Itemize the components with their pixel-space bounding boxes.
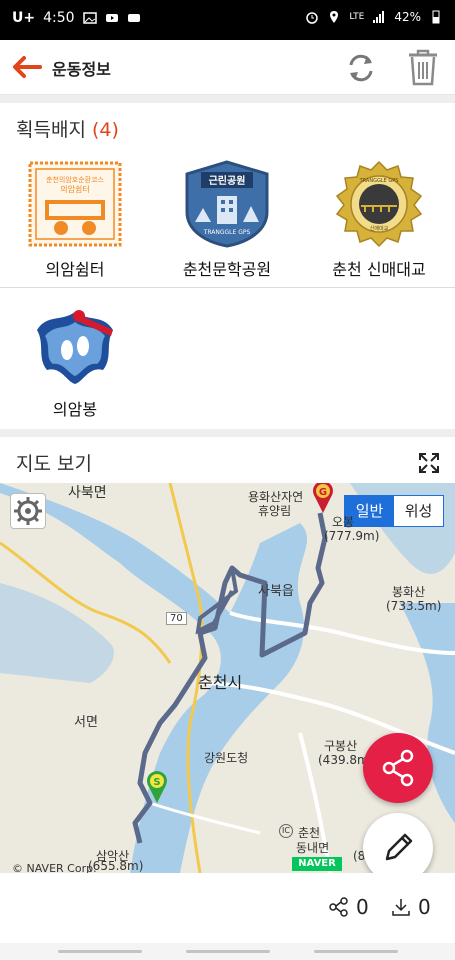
map-place-label: (777.9m) bbox=[324, 529, 380, 543]
map-place-label: (733.5m) bbox=[386, 599, 442, 613]
section-separator bbox=[0, 95, 455, 103]
battery-label: 42% bbox=[394, 10, 421, 24]
map-place-label: 사북읍 bbox=[258, 584, 294, 599]
app-bar: 운동정보 bbox=[0, 40, 455, 95]
badge-seal-bottom: 신매대교 bbox=[370, 225, 389, 232]
stamp-badge-icon: 춘천의암호순환코스 의암쉼터 bbox=[28, 161, 122, 247]
badges-title-text: 획득배지 bbox=[16, 119, 86, 141]
badges-count: (4) bbox=[91, 119, 119, 141]
map-section-title: 지도 보기 bbox=[16, 453, 92, 475]
refresh-icon[interactable] bbox=[343, 50, 379, 86]
park-badge-icon: 근린공원 TRANGGLE GPS bbox=[185, 160, 269, 248]
share-count-stat[interactable]: 0 bbox=[328, 895, 369, 919]
share-count: 0 bbox=[356, 895, 369, 919]
footprint-badge-icon bbox=[37, 310, 113, 384]
youtube-icon bbox=[105, 14, 118, 22]
badge-label: 춘천 신매대교 bbox=[332, 260, 426, 279]
badge-seal-bottom: TRANGGLE GPS bbox=[203, 229, 251, 236]
section-separator bbox=[0, 429, 455, 437]
location-icon bbox=[330, 11, 339, 23]
map-place-label: 사북면 bbox=[68, 485, 107, 501]
bottom-stats-bar: 0 0 bbox=[0, 873, 455, 943]
badge-label: 춘천문학공원 bbox=[182, 260, 272, 279]
nav-recents-handle[interactable] bbox=[58, 950, 142, 953]
badge-item[interactable]: 근린공원 TRANGGLE GPS 춘천문학공원 bbox=[152, 160, 302, 280]
fullscreen-icon[interactable] bbox=[417, 451, 441, 475]
time-label: 4:50 bbox=[43, 10, 75, 26]
battery-icon bbox=[432, 10, 440, 24]
map-place-label: 구봉산 bbox=[324, 739, 358, 753]
alarm-icon bbox=[306, 12, 319, 24]
image-icon bbox=[82, 12, 97, 24]
badge-seal-top: 춘천의암호순환코스 bbox=[46, 175, 105, 184]
back-arrow-icon[interactable] bbox=[10, 52, 44, 82]
interchange-label: IC bbox=[279, 824, 293, 838]
badge-item[interactable]: 춘천의암호순환코스 의암쉼터 의암쉼터 bbox=[0, 160, 150, 280]
badge-label: 의암봉 bbox=[52, 400, 98, 419]
system-nav-bar bbox=[0, 943, 455, 960]
badges-section-title: 획득배지 (4) bbox=[16, 115, 119, 142]
badge-item[interactable]: TRANGGLE GPS 신매대교 춘천 신매대교 bbox=[304, 160, 454, 280]
carrier-label: U+ bbox=[12, 10, 36, 26]
share-small-icon bbox=[329, 897, 348, 917]
map-header: 지도 보기 bbox=[0, 438, 455, 483]
map-place-label: 봉화산 bbox=[392, 585, 426, 599]
badge-seal-name: 의암쉼터 bbox=[60, 184, 89, 194]
map-place-label: 오봉 bbox=[332, 515, 355, 529]
map-type-satellite-button[interactable]: 위성 bbox=[394, 496, 443, 526]
map-place-label: 동내면 bbox=[296, 841, 330, 855]
download-count-stat[interactable]: 0 bbox=[390, 895, 431, 919]
nav-home-handle[interactable] bbox=[186, 950, 270, 953]
map-city-label: 춘천시 bbox=[198, 673, 243, 692]
signal-icon bbox=[373, 11, 385, 23]
badge-seal-top: TRANGGLE GPS bbox=[359, 178, 399, 184]
map-settings-button[interactable] bbox=[10, 493, 46, 529]
pay-icon bbox=[127, 14, 140, 22]
start-marker-icon[interactable]: S bbox=[144, 769, 170, 805]
network-label: LTE bbox=[349, 12, 365, 22]
download-count: 0 bbox=[418, 895, 431, 919]
page-title: 운동정보 bbox=[52, 60, 111, 79]
badge-item[interactable]: 의암봉 bbox=[0, 300, 150, 420]
badge-seal-name: 근린공원 bbox=[209, 174, 246, 187]
status-bar: U+ 4:50 LTE 42% bbox=[0, 0, 455, 40]
trash-icon[interactable] bbox=[404, 46, 442, 88]
share-fab-button[interactable] bbox=[363, 733, 433, 803]
goal-marker-icon[interactable]: G bbox=[310, 483, 336, 515]
download-icon bbox=[392, 899, 410, 916]
map-place-label: 휴양림 bbox=[258, 504, 292, 518]
start-marker-label: S bbox=[153, 777, 160, 788]
map-type-toggle: 일반 위성 bbox=[344, 495, 444, 527]
badge-row-divider bbox=[0, 287, 455, 288]
gear-icon bbox=[14, 497, 42, 525]
share-icon bbox=[382, 749, 414, 787]
goal-marker-label: G bbox=[319, 487, 327, 498]
road-number-label: 70 bbox=[166, 612, 187, 625]
naver-logo: NAVER bbox=[292, 857, 342, 871]
badge-label: 의암쉼터 bbox=[45, 260, 105, 279]
nav-back-handle[interactable] bbox=[314, 950, 398, 953]
map-place-label: 서면 bbox=[74, 715, 98, 730]
gold-seal-badge-icon: TRANGGLE GPS 신매대교 bbox=[335, 160, 423, 248]
map-place-label: 강원도청 bbox=[204, 751, 249, 765]
